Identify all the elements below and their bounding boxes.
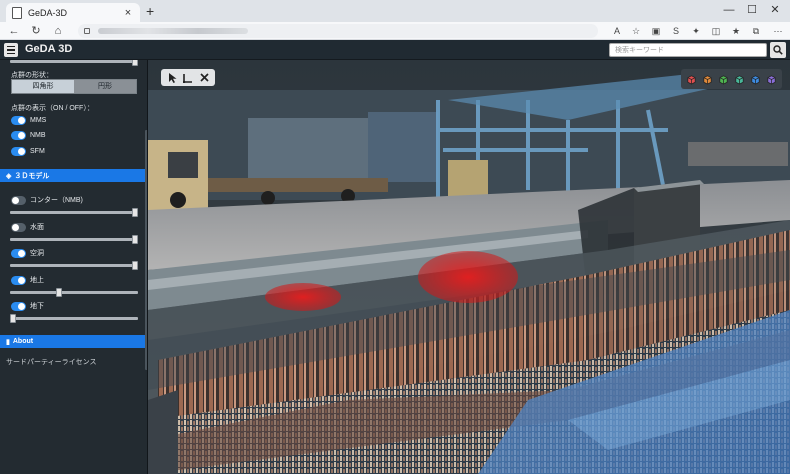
view-cube-toolbar xyxy=(681,69,782,89)
tab-title: GeDA-3D xyxy=(28,7,68,18)
lock-icon xyxy=(84,28,90,34)
toggle-water[interactable]: 水面 xyxy=(11,222,44,232)
toggle-contour[interactable]: コンター（NMB) xyxy=(11,195,83,205)
mms-label: MMS xyxy=(30,117,47,124)
maximize-button[interactable]: ☐ xyxy=(741,1,763,19)
browser-tab-strip: GeDA-3D × + — ☐ ✕ xyxy=(0,0,790,22)
water-switch[interactable] xyxy=(11,222,26,232)
ground-label: 地上 xyxy=(30,277,44,284)
cube-view-top-icon[interactable] xyxy=(750,74,761,85)
extension-s-icon[interactable]: S xyxy=(670,25,682,37)
address-bar: ← ↻ ⌂ A ☆ ▣ S ✦ ◫ ★ ⧉ ⋯ xyxy=(0,22,790,40)
toggle-underground[interactable]: 地下 xyxy=(11,301,44,311)
cube-view-right-icon[interactable] xyxy=(734,74,745,85)
measure-toolbar xyxy=(161,69,215,86)
tab-close-icon[interactable]: × xyxy=(122,7,134,19)
model-section-header[interactable]: ◈ ３Ｄモデル xyxy=(0,169,147,182)
cube-view-front-icon[interactable] xyxy=(686,74,697,85)
cube-view-left-icon[interactable] xyxy=(718,74,729,85)
close-window-button[interactable]: ✕ xyxy=(764,1,786,19)
third-party-license-link[interactable]: サードパーティーライセンス xyxy=(6,357,96,367)
sfm-label: SFM xyxy=(30,148,45,155)
collections-icon[interactable]: ⧉ xyxy=(750,25,762,37)
menu-toggle-button[interactable] xyxy=(4,43,18,57)
point-size-slider[interactable] xyxy=(10,60,138,66)
home-icon[interactable]: ⌂ xyxy=(50,23,66,39)
cavity-switch[interactable] xyxy=(11,248,26,258)
nmb-label: NMB xyxy=(30,132,46,139)
underground-switch[interactable] xyxy=(11,301,26,311)
cube-view-back-icon[interactable] xyxy=(702,74,713,85)
toggle-mms[interactable]: MMS xyxy=(11,116,46,125)
sfm-switch[interactable] xyxy=(11,147,26,156)
ground-opacity-slider[interactable] xyxy=(10,288,138,297)
point-cloud-scene xyxy=(148,60,790,474)
nmb-switch[interactable] xyxy=(11,131,26,140)
ground-switch[interactable] xyxy=(11,275,26,285)
underground-opacity-slider[interactable] xyxy=(10,314,138,323)
contour-opacity-slider[interactable] xyxy=(10,208,138,217)
read-aloud-icon[interactable]: A xyxy=(611,25,623,37)
about-section-header[interactable]: ▮ About xyxy=(0,335,147,348)
favorite-add-icon[interactable]: ☆ xyxy=(630,25,642,37)
minimize-button[interactable]: — xyxy=(718,1,740,19)
about-section-title: About xyxy=(12,338,34,345)
select-arrow-icon[interactable] xyxy=(165,71,179,84)
toggle-ground[interactable]: 地上 xyxy=(11,275,44,285)
3d-viewport[interactable] xyxy=(148,60,790,474)
contour-label: コンター（NMB) xyxy=(30,197,83,204)
water-opacity-slider[interactable] xyxy=(10,235,138,244)
toggle-nmb[interactable]: NMB xyxy=(11,131,46,140)
extension-icon[interactable]: ▣ xyxy=(650,25,662,37)
new-tab-button[interactable]: + xyxy=(146,3,154,19)
refresh-icon[interactable]: ↻ xyxy=(28,23,44,39)
display-label: 点群の表示（ON / OFF）： xyxy=(11,105,94,112)
cube-view-bottom-icon[interactable] xyxy=(766,74,777,85)
model-section-title: ３Ｄモデル xyxy=(14,172,50,180)
toggle-cavity[interactable]: 空洞 xyxy=(11,248,44,258)
shape-square-button[interactable]: 四角形 xyxy=(12,80,74,93)
search-icon xyxy=(773,45,783,55)
extensions-puzzle-icon[interactable]: ✦ xyxy=(690,25,702,37)
more-menu-icon[interactable]: ⋯ xyxy=(772,25,784,37)
cavity-label: 空洞 xyxy=(30,250,44,257)
sidebar: 点群の形状： 四角形 円形 点群の表示（ON / OFF）： MMS NMB S… xyxy=(0,60,148,474)
browser-tab[interactable]: GeDA-3D × xyxy=(6,3,140,22)
contour-switch[interactable] xyxy=(11,195,26,205)
water-label: 水面 xyxy=(30,224,44,231)
search-input[interactable] xyxy=(609,43,767,57)
mms-switch[interactable] xyxy=(11,116,26,125)
url-field[interactable] xyxy=(78,24,598,38)
search-button[interactable] xyxy=(770,42,786,58)
split-screen-icon[interactable]: ◫ xyxy=(710,25,722,37)
clear-icon[interactable] xyxy=(197,71,211,84)
shape-circle-button[interactable]: 円形 xyxy=(74,80,136,93)
underground-label: 地下 xyxy=(30,303,44,310)
blurred-url xyxy=(98,28,248,34)
cavity-opacity-slider[interactable] xyxy=(10,261,138,270)
cube-icon: ◈ xyxy=(6,172,12,180)
page-icon xyxy=(12,6,22,19)
back-arrow-icon[interactable]: ← xyxy=(6,23,22,39)
toggle-sfm[interactable]: SFM xyxy=(11,147,45,156)
bookmark-icon: ▮ xyxy=(6,338,10,346)
app-header: GeDA 3D xyxy=(0,40,790,60)
favorites-icon[interactable]: ★ xyxy=(730,25,742,37)
shape-selector: 四角形 円形 xyxy=(11,79,137,94)
measure-angle-icon[interactable] xyxy=(181,71,195,84)
app-title: GeDA 3D xyxy=(25,43,73,55)
